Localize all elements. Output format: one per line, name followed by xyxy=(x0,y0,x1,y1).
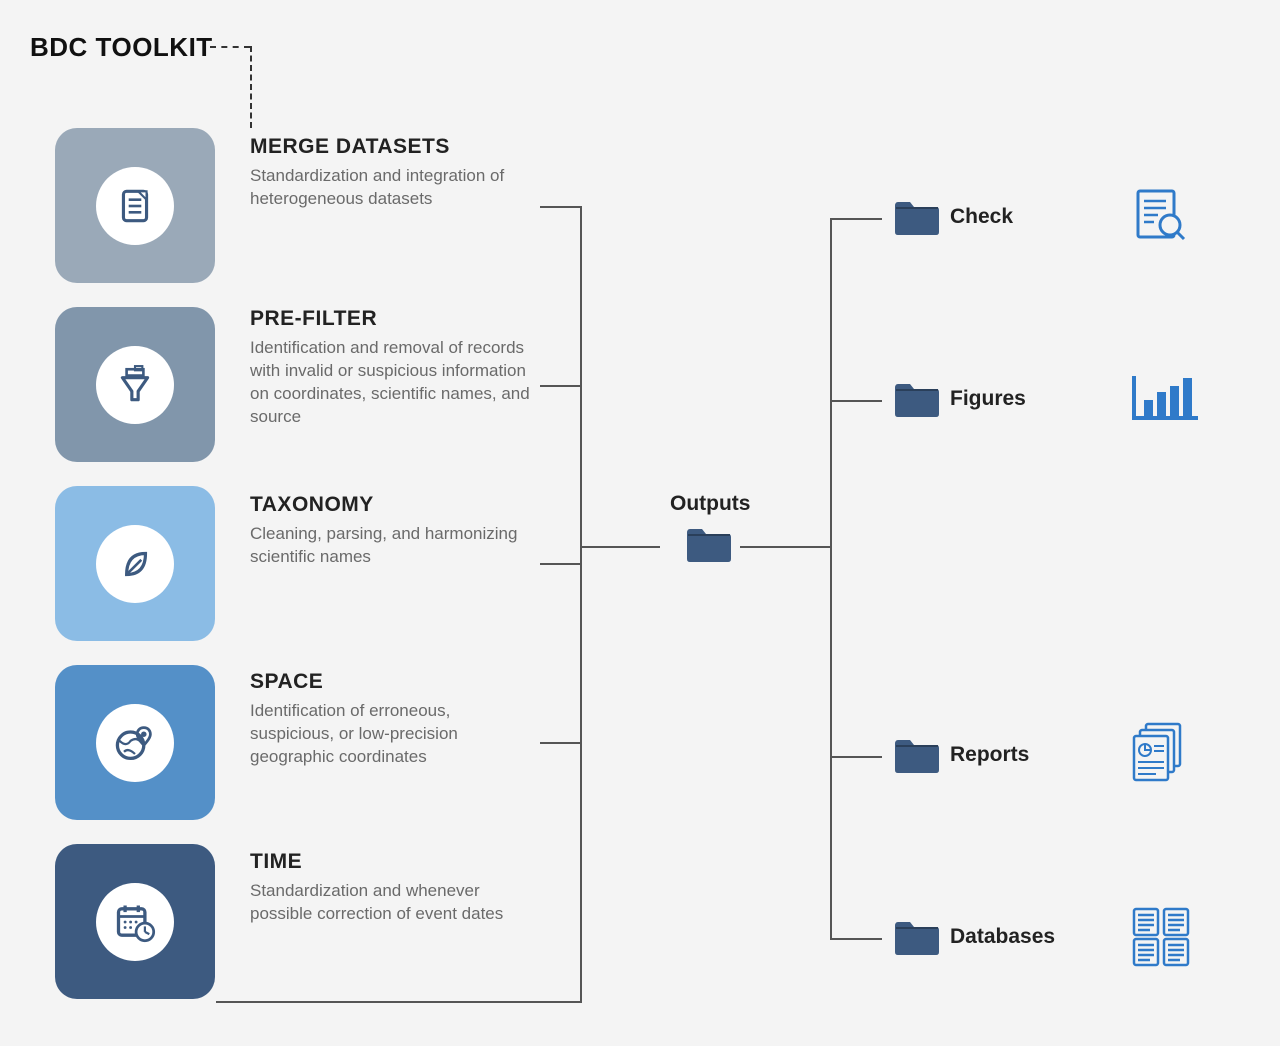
output-label: Reports xyxy=(950,743,1029,767)
module-title: SPACE xyxy=(250,670,530,694)
module-desc: Standardization and integration of heter… xyxy=(250,165,530,211)
globe-pin-icon xyxy=(113,721,157,765)
check-report-icon xyxy=(1130,185,1190,245)
bracket-arm xyxy=(540,742,580,744)
page-title: BDC TOOLKIT xyxy=(30,32,213,63)
module-desc: Cleaning, parsing, and harmonizing scien… xyxy=(250,523,530,569)
module-title: TAXONOMY xyxy=(250,493,530,517)
leaf-icon xyxy=(114,543,156,585)
output-label: Databases xyxy=(950,925,1055,949)
databases-icon xyxy=(1130,905,1194,969)
module-icon-circle xyxy=(96,346,174,424)
outputs-out-line xyxy=(740,546,830,548)
bracket-arm xyxy=(540,385,580,387)
module-label-space: SPACE Identification of erroneous, suspi… xyxy=(250,670,530,769)
right-bracket-arm xyxy=(830,400,882,402)
output-label: Check xyxy=(950,205,1013,229)
bracket-to-outputs xyxy=(580,546,660,548)
module-desc: Identification and removal of records wi… xyxy=(250,337,530,429)
module-desc: Standardization and whenever possible co… xyxy=(250,880,530,926)
barchart-icon xyxy=(1130,372,1200,432)
output-item-check: Check xyxy=(892,205,1013,229)
calendar-clock-icon xyxy=(113,900,157,944)
bracket-arm-bottom xyxy=(216,1001,580,1003)
module-icon-circle xyxy=(96,704,174,782)
module-icon-circle xyxy=(96,167,174,245)
module-tile-time xyxy=(55,844,215,999)
output-item-databases: Databases xyxy=(892,925,1055,949)
output-label: Figures xyxy=(950,387,1026,411)
module-label-merge: MERGE DATASETS Standardization and integ… xyxy=(250,135,530,211)
module-icon-circle xyxy=(96,525,174,603)
reports-icon xyxy=(1128,720,1194,786)
output-item-reports: Reports xyxy=(892,743,1029,767)
right-bracket-arm xyxy=(830,756,882,758)
module-title: PRE-FILTER xyxy=(250,307,530,331)
module-label-prefilter: PRE-FILTER Identification and removal of… xyxy=(250,307,530,429)
bracket-arm xyxy=(540,206,580,208)
module-tile-taxonomy xyxy=(55,486,215,641)
module-tile-prefilter xyxy=(55,307,215,462)
outputs-label: Outputs xyxy=(670,492,750,516)
title-connector-h xyxy=(210,46,250,48)
output-item-figures: Figures xyxy=(892,387,1026,411)
bracket-arm xyxy=(540,563,580,565)
right-bracket-spine xyxy=(830,218,832,938)
right-bracket-arm xyxy=(830,218,882,220)
module-tile-space xyxy=(55,665,215,820)
module-desc: Identification of erroneous, suspicious,… xyxy=(250,700,530,769)
bracket-spine xyxy=(580,206,582,1003)
folder-icon-outputs xyxy=(684,525,734,563)
module-title: MERGE DATASETS xyxy=(250,135,530,159)
title-connector-v xyxy=(250,46,252,128)
module-label-time: TIME Standardization and whenever possib… xyxy=(250,850,530,926)
right-bracket-arm xyxy=(830,938,882,940)
module-icon-circle xyxy=(96,883,174,961)
module-label-taxonomy: TAXONOMY Cleaning, parsing, and harmoniz… xyxy=(250,493,530,569)
module-tile-merge xyxy=(55,128,215,283)
document-icon xyxy=(114,185,156,227)
module-title: TIME xyxy=(250,850,530,874)
funnel-icon xyxy=(114,364,156,406)
